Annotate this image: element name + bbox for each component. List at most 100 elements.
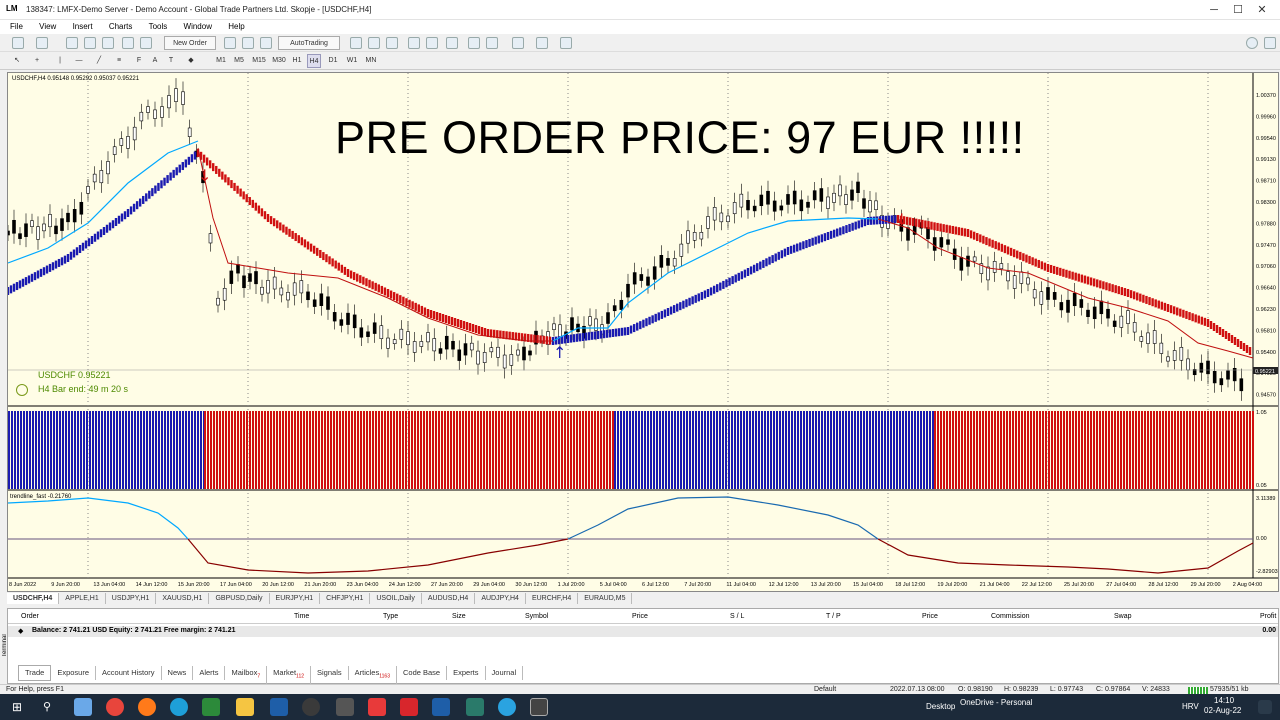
chart-tab[interactable]: AUDUSD,H4	[422, 593, 476, 604]
app-icon[interactable]	[202, 698, 220, 716]
windows-start-icon[interactable]: ⊞	[8, 698, 26, 716]
clock-date[interactable]: 02-Aug-22	[1204, 706, 1241, 715]
lm-terminal-icon[interactable]	[530, 698, 548, 716]
bar-chart-icon[interactable]	[350, 37, 362, 49]
terminal-tab-news[interactable]: News	[162, 666, 194, 680]
menu-view[interactable]: View	[39, 20, 56, 34]
zoom-in-icon[interactable]	[408, 37, 420, 49]
profiles-icon[interactable]	[36, 37, 48, 49]
menu-insert[interactable]: Insert	[73, 20, 93, 34]
chrome-icon[interactable]	[106, 698, 124, 716]
signals-icon[interactable]	[242, 37, 254, 49]
col-price[interactable]: Price	[632, 613, 648, 620]
col-symbol[interactable]: Symbol	[525, 613, 548, 620]
app-icon[interactable]	[302, 698, 320, 716]
menu-tools[interactable]: Tools	[149, 20, 168, 34]
onedrive-label[interactable]: OneDrive - Personal	[960, 698, 1032, 707]
chart-tab[interactable]: AUDJPY,H4	[475, 593, 526, 604]
tf-h4-button[interactable]: H4	[307, 54, 321, 68]
col-sl[interactable]: S / L	[730, 613, 744, 620]
new-order-button[interactable]: New Order	[164, 36, 216, 50]
col-profit[interactable]: Profit	[1260, 613, 1276, 620]
zoom-out-icon[interactable]	[426, 37, 438, 49]
text-tool-icon[interactable]: A	[150, 54, 160, 68]
clock-time[interactable]: 14:10	[1214, 696, 1234, 705]
strategy-tester-icon[interactable]	[140, 37, 152, 49]
terminal-icon[interactable]	[122, 37, 134, 49]
crosshair-icon[interactable]: +	[32, 54, 42, 68]
language-indicator[interactable]: HRV	[1182, 702, 1199, 711]
terminal-tab-code-base[interactable]: Code Base	[397, 666, 448, 680]
col-type[interactable]: Type	[383, 613, 398, 620]
indicators-icon[interactable]	[512, 37, 524, 49]
desktop-label[interactable]: Desktop	[926, 702, 955, 711]
fibonacci-icon[interactable]: F	[134, 54, 144, 68]
chart-tab-usdchf-h4[interactable]: USDCHF,H4	[7, 593, 60, 604]
horizontal-line-icon[interactable]: —	[74, 54, 84, 68]
tf-m30-button[interactable]: M30	[270, 54, 288, 68]
chart-tab[interactable]: USOIL,Daily	[370, 593, 422, 604]
tile-windows-icon[interactable]	[446, 37, 458, 49]
new-chart-icon[interactable]	[12, 37, 24, 49]
label-tool-icon[interactable]: T	[166, 54, 176, 68]
terminal-tab-exposure[interactable]: Exposure	[51, 666, 97, 680]
chart-tab[interactable]: CHFJPY,H1	[320, 593, 371, 604]
terminal-tab-market[interactable]: Market112	[267, 666, 312, 684]
col-time[interactable]: Time	[294, 613, 309, 620]
autoscroll-icon[interactable]	[486, 37, 498, 49]
col-swap[interactable]: Swap	[1114, 613, 1132, 620]
cursor-icon[interactable]: ↖	[12, 54, 22, 68]
terminal-tab-alerts[interactable]: Alerts	[193, 666, 226, 680]
chart-tab[interactable]: XAUUSD,H1	[156, 593, 210, 604]
menu-help[interactable]: Help	[228, 20, 244, 34]
terminal-tab-articles[interactable]: Articles1163	[349, 666, 397, 684]
menu-window[interactable]: Window	[184, 20, 212, 34]
close-button[interactable]: ✕	[1240, 0, 1280, 20]
shapes-icon[interactable]: ◆	[184, 54, 198, 68]
edge-icon[interactable]	[170, 698, 188, 716]
chat-icon[interactable]	[1264, 37, 1276, 49]
platform-icon[interactable]	[270, 698, 288, 716]
terminal-tab-experts[interactable]: Experts	[447, 666, 486, 680]
tf-h1-button[interactable]: H1	[290, 54, 304, 68]
terminal-tab-mailbox[interactable]: Mailbox7	[225, 666, 268, 684]
line-chart-icon[interactable]	[386, 37, 398, 49]
trendline-icon[interactable]: ╱	[94, 54, 104, 68]
templates-icon[interactable]	[560, 37, 572, 49]
chart-tab[interactable]: APPLE,H1	[59, 593, 106, 604]
autotrading-button[interactable]: AutoTrading	[278, 36, 340, 50]
chart-shift-icon[interactable]	[468, 37, 480, 49]
telegram-icon[interactable]	[498, 698, 516, 716]
tf-d1-button[interactable]: D1	[326, 54, 340, 68]
firefox-icon[interactable]	[138, 698, 156, 716]
channel-icon[interactable]: ≡	[114, 54, 124, 68]
menu-file[interactable]: File	[10, 20, 23, 34]
app-icon[interactable]	[336, 698, 354, 716]
navigator-icon[interactable]	[102, 37, 114, 49]
tf-m5-button[interactable]: M5	[232, 54, 246, 68]
search-icon[interactable]	[1246, 37, 1258, 49]
notification-icon[interactable]	[1258, 700, 1272, 714]
metaeditor-icon[interactable]	[224, 37, 236, 49]
col-commission[interactable]: Commission	[991, 613, 1030, 620]
vps-icon[interactable]	[260, 37, 272, 49]
market-watch-icon[interactable]	[66, 37, 78, 49]
chart-tab[interactable]: USDJPY,H1	[106, 593, 157, 604]
data-window-icon[interactable]	[84, 37, 96, 49]
platform-icon[interactable]	[432, 698, 450, 716]
file-explorer-icon[interactable]	[236, 698, 254, 716]
col-order[interactable]: Order	[21, 613, 39, 620]
terminal-tab-journal[interactable]: Journal	[486, 666, 524, 680]
tf-mn-button[interactable]: MN	[363, 54, 379, 68]
vertical-line-icon[interactable]: |	[56, 54, 64, 68]
chart-tab[interactable]: EURCHF,H4	[526, 593, 579, 604]
candlestick-icon[interactable]	[368, 37, 380, 49]
chart-tab[interactable]: GBPUSD,Daily	[209, 593, 270, 604]
periods-icon[interactable]	[536, 37, 548, 49]
col-tp[interactable]: T / P	[826, 613, 841, 620]
col-price-current[interactable]: Price	[922, 613, 938, 620]
axi-icon[interactable]	[368, 698, 386, 716]
chart-tab[interactable]: EURAUD,M5	[578, 593, 633, 604]
app-icon[interactable]	[466, 698, 484, 716]
terminal-tab-trade[interactable]: Trade	[18, 665, 52, 681]
